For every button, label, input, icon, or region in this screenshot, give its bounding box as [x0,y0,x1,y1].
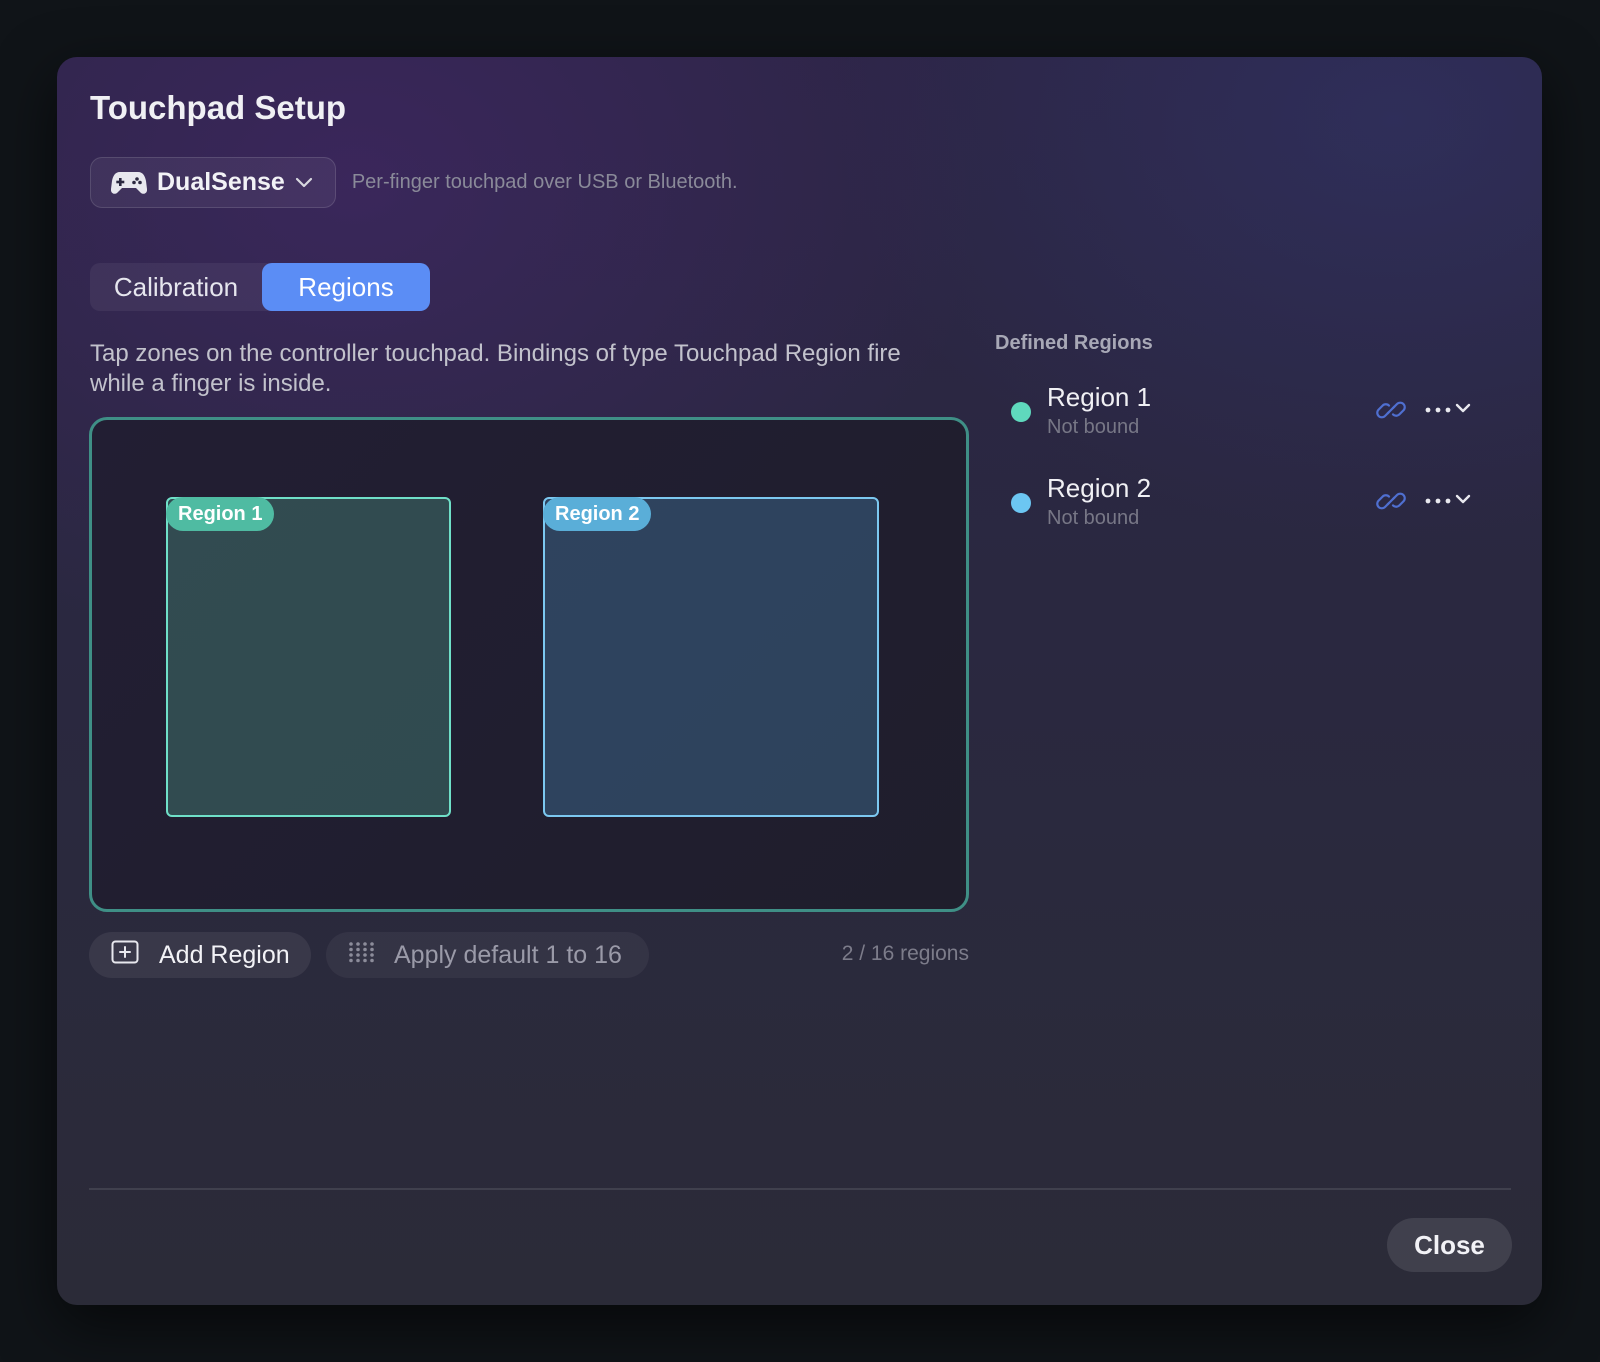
region-2-status: Not bound [1047,507,1140,529]
region-2-name: Region 2 [1047,473,1152,503]
defined-regions-panel: Defined Regions Region 1 Not bound Regio… [995,332,1495,529]
chevron-down-icon [295,177,313,189]
help-text: Tap zones on the controller touchpad. Bi… [90,340,901,397]
tab-bar: Calibration Regions [90,263,430,311]
dialog-title: Touchpad Setup [90,89,347,126]
region-2-color-dot [1011,493,1031,513]
list-item-region-2[interactable]: Region 2 Not bound [995,471,1495,531]
add-region-button[interactable]: Add Region [89,932,311,978]
grid-icon [348,941,376,970]
gamepad-icon [111,170,147,196]
add-region-label: Add Region [159,940,290,969]
list-item-region-1[interactable]: Region 1 Not bound [995,380,1495,440]
more-options-button[interactable] [1425,394,1471,426]
tab-calibration[interactable]: Calibration [90,263,262,311]
add-square-icon [111,940,139,971]
ellipsis-icon [1425,492,1451,510]
footer-divider [89,1188,1511,1190]
defined-regions-heading: Defined Regions [995,332,1153,354]
chevron-down-icon [1455,492,1471,510]
device-description: Per-finger touchpad over USB or Bluetoot… [351,171,738,193]
chevron-down-icon [1455,401,1471,419]
device-row: DualSense Per-finger touchpad over USB o… [90,157,738,208]
touchpad-setup-dialog: Touchpad Setup DualSense Per-finger touc… [57,57,1542,1305]
device-select[interactable]: DualSense [90,157,336,208]
region-1-box[interactable]: Region 1 [166,497,451,817]
more-options-button[interactable] [1425,485,1471,517]
apply-default-button[interactable]: Apply default 1 to 16 [326,932,649,978]
region-1-tag: Region 1 [166,497,275,531]
region-actions: Add Region Apply default 1 to 16 2 / 16 … [89,932,969,978]
link-icon[interactable] [1375,394,1407,426]
region-1-status: Not bound [1047,416,1140,438]
region-1-color-dot [1011,402,1031,422]
close-button[interactable]: Close [1387,1218,1512,1272]
touchpad-canvas[interactable]: Region 1 Region 2 [89,417,969,912]
region-1-name: Region 1 [1047,382,1152,412]
apply-default-label: Apply default 1 to 16 [394,940,622,969]
device-select-label: DualSense [157,168,285,196]
region-count: 2 / 16 regions [841,942,969,965]
link-icon[interactable] [1375,485,1407,517]
ellipsis-icon [1425,401,1451,419]
region-2-box[interactable]: Region 2 [543,497,879,817]
region-2-tag: Region 2 [543,497,652,531]
tab-regions[interactable]: Regions [262,263,430,311]
